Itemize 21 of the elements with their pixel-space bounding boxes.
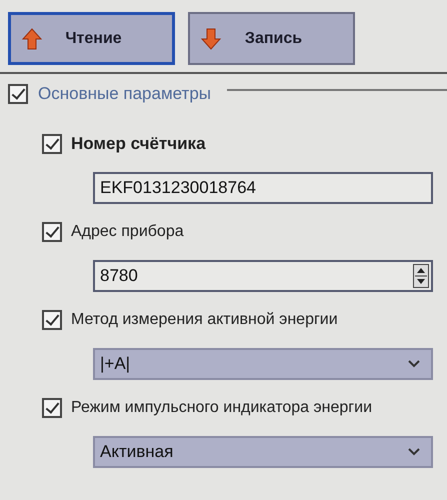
field-label: Метод измерения активной энергии [71, 311, 338, 329]
chevron-down-icon [407, 447, 421, 457]
dropdown[interactable]: |+A| [93, 348, 433, 380]
down-arrow-icon [200, 26, 222, 50]
dropdown[interactable]: Активная [93, 436, 433, 468]
read-button[interactable]: Чтение [8, 12, 175, 65]
field-label: Режим импульсного индикатора энергии [71, 399, 372, 417]
chevron-down-icon [407, 359, 421, 369]
input-field[interactable]: EKF0131230018764 [93, 172, 433, 204]
checkbox[interactable] [42, 398, 62, 418]
field-label: Номер счётчика [71, 134, 206, 154]
up-arrow-icon [21, 26, 43, 50]
field-label: Адрес прибора [71, 223, 184, 241]
checkbox[interactable] [8, 84, 28, 104]
group-title: Основные параметры [38, 84, 211, 104]
write-button[interactable]: Запись [188, 12, 355, 65]
spin-arrows-icon[interactable] [413, 264, 429, 288]
checkbox[interactable] [42, 134, 62, 154]
checkbox[interactable] [42, 310, 62, 330]
spin-field[interactable]: 8780 [93, 260, 433, 292]
checkbox[interactable] [42, 222, 62, 242]
